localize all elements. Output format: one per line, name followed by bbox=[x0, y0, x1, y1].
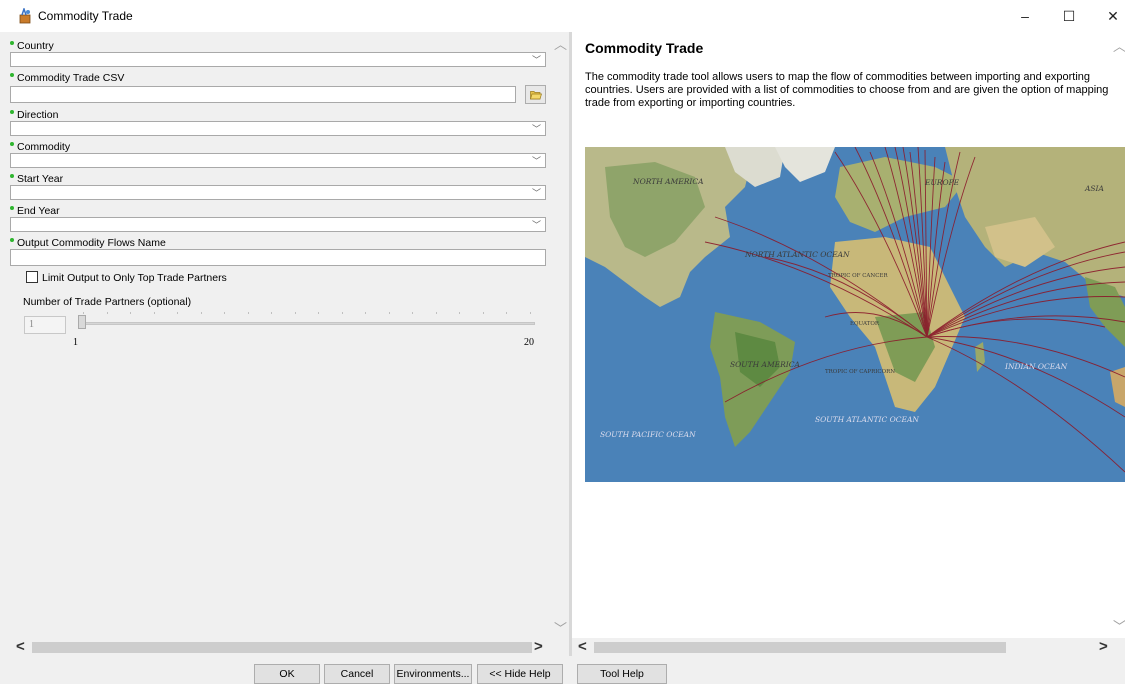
map-label-south-atlantic: SOUTH ATLANTIC OCEAN bbox=[815, 415, 919, 424]
tool-help-button[interactable]: Tool Help bbox=[577, 664, 667, 684]
help-scroll-up-icon[interactable]: ︿ bbox=[1113, 36, 1125, 55]
browse-folder-button[interactable] bbox=[525, 85, 546, 104]
slider-tick bbox=[106, 312, 108, 314]
commodity-csv-input[interactable] bbox=[10, 86, 516, 103]
slider-tick bbox=[200, 312, 202, 314]
end-year-dropdown[interactable]: ﹀ bbox=[10, 217, 546, 232]
title-bar: Commodity Trade – ☐ ✕ bbox=[0, 0, 1125, 32]
help-description: The commodity trade tool allows users to… bbox=[585, 71, 1109, 109]
left-horizontal-scrollbar[interactable]: < > bbox=[10, 638, 552, 656]
map-label-indian-ocean: INDIAN OCEAN bbox=[1004, 362, 1068, 371]
right-hscroll-thumb[interactable] bbox=[594, 642, 1006, 653]
scroll-left-icon[interactable]: < bbox=[16, 638, 25, 655]
limit-output-checkbox[interactable] bbox=[26, 271, 38, 283]
required-indicator bbox=[10, 73, 14, 77]
map-label-equator: EQUATOR bbox=[850, 321, 880, 327]
required-indicator bbox=[10, 206, 14, 210]
map-label-asia: ASIA bbox=[1084, 184, 1105, 193]
scroll-down-icon[interactable]: ﹀ bbox=[554, 618, 567, 637]
slider-max-label: 20 bbox=[524, 337, 534, 348]
map-label-europe: EUROPE bbox=[924, 178, 960, 187]
chevron-down-icon: ﹀ bbox=[531, 220, 541, 230]
slider-tick bbox=[529, 312, 531, 314]
num-partners-slider-track[interactable] bbox=[80, 322, 535, 325]
limit-output-label: Limit Output to Only Top Trade Partners bbox=[42, 272, 227, 284]
slider-min-label: 1 bbox=[73, 337, 78, 348]
start-year-dropdown[interactable]: ﹀ bbox=[10, 185, 546, 200]
num-partners-slider-thumb[interactable] bbox=[78, 315, 86, 329]
slider-tick bbox=[294, 312, 296, 314]
output-name-label: Output Commodity Flows Name bbox=[10, 237, 166, 249]
commodity-csv-label: Commodity Trade CSV bbox=[10, 72, 124, 84]
help-title: Commodity Trade bbox=[585, 40, 704, 56]
chevron-down-icon: ﹀ bbox=[531, 124, 541, 134]
hide-help-button[interactable]: << Hide Help bbox=[477, 664, 563, 684]
scroll-right-icon[interactable]: > bbox=[534, 638, 543, 655]
left-vertical-scrollbar[interactable]: ︿ ﹀ bbox=[552, 32, 569, 638]
country-dropdown[interactable]: ﹀ bbox=[10, 52, 546, 67]
required-indicator bbox=[10, 174, 14, 178]
left-hscroll-thumb[interactable] bbox=[32, 642, 532, 653]
ok-button[interactable]: OK bbox=[254, 664, 320, 684]
environments-button[interactable]: Environments... bbox=[394, 664, 472, 684]
direction-dropdown[interactable]: ﹀ bbox=[10, 121, 546, 136]
slider-tick bbox=[130, 312, 131, 314]
required-indicator bbox=[10, 142, 14, 146]
commodity-label: Commodity bbox=[10, 141, 70, 153]
open-folder-icon bbox=[529, 90, 542, 99]
help-scroll-down-icon[interactable]: ﹀ bbox=[1113, 616, 1125, 635]
maximize-button[interactable]: ☐ bbox=[1047, 0, 1091, 32]
scroll-up-icon[interactable]: ︿ bbox=[554, 34, 567, 53]
trade-flow-map: NORTH AMERICA EUROPE ASIA NORTH ATLANTIC… bbox=[585, 147, 1125, 482]
slider-tick bbox=[506, 312, 507, 314]
map-label-south-america: SOUTH AMERICA bbox=[730, 360, 800, 369]
right-horizontal-scrollbar[interactable]: < > bbox=[572, 638, 1125, 656]
world-map-image: NORTH AMERICA EUROPE ASIA NORTH ATLANTIC… bbox=[585, 147, 1125, 482]
help-scroll-right-icon[interactable]: > bbox=[1099, 638, 1108, 655]
num-partners-input[interactable]: 1 bbox=[24, 316, 66, 334]
parameters-panel: Country ﹀ Commodity Trade CSV Direction … bbox=[10, 32, 552, 638]
map-label-tropic-cancer: TROPIC OF CANCER bbox=[828, 273, 888, 279]
slider-tick bbox=[271, 312, 272, 314]
map-label-south-pacific: SOUTH PACIFIC OCEAN bbox=[600, 430, 696, 439]
slider-tick bbox=[365, 312, 366, 314]
required-indicator bbox=[10, 238, 14, 242]
tool-dialog: Commodity Trade – ☐ ✕ Country ﹀ Commodit… bbox=[0, 0, 1125, 684]
slider-tick bbox=[224, 312, 225, 314]
map-label-north-atlantic: NORTH ATLANTIC OCEAN bbox=[744, 250, 850, 259]
num-partners-label: Number of Trade Partners (optional) bbox=[23, 296, 192, 308]
end-year-label: End Year bbox=[10, 205, 60, 217]
toolbox-icon bbox=[19, 8, 31, 24]
slider-tick bbox=[318, 312, 319, 314]
slider-tick bbox=[435, 312, 437, 314]
help-scroll-left-icon[interactable]: < bbox=[578, 638, 587, 655]
slider-tick bbox=[153, 312, 155, 314]
commodity-dropdown[interactable]: ﹀ bbox=[10, 153, 546, 168]
required-indicator bbox=[10, 41, 14, 45]
window-title: Commodity Trade bbox=[38, 9, 133, 23]
slider-tick bbox=[247, 312, 249, 314]
slider-tick bbox=[83, 312, 84, 314]
direction-label: Direction bbox=[10, 109, 58, 121]
required-indicator bbox=[10, 110, 14, 114]
slider-tick bbox=[412, 312, 413, 314]
map-label-north-america: NORTH AMERICA bbox=[632, 177, 704, 186]
slider-tick bbox=[341, 312, 343, 314]
slider-tick bbox=[482, 312, 484, 314]
chevron-down-icon: ﹀ bbox=[531, 55, 541, 65]
minimize-button[interactable]: – bbox=[1003, 0, 1047, 32]
start-year-label: Start Year bbox=[10, 173, 63, 185]
slider-tick bbox=[459, 312, 460, 314]
slider-tick bbox=[177, 312, 178, 314]
cancel-button[interactable]: Cancel bbox=[324, 664, 390, 684]
chevron-down-icon: ﹀ bbox=[531, 188, 541, 198]
map-label-tropic-capricorn: TROPIC OF CAPRICORN bbox=[825, 369, 895, 375]
help-panel: Commodity Trade The commodity trade tool… bbox=[572, 32, 1125, 638]
close-button[interactable]: ✕ bbox=[1091, 0, 1125, 32]
output-name-input[interactable] bbox=[10, 249, 546, 266]
country-label: Country bbox=[10, 40, 54, 52]
chevron-down-icon: ﹀ bbox=[531, 156, 541, 166]
slider-tick bbox=[388, 312, 390, 314]
